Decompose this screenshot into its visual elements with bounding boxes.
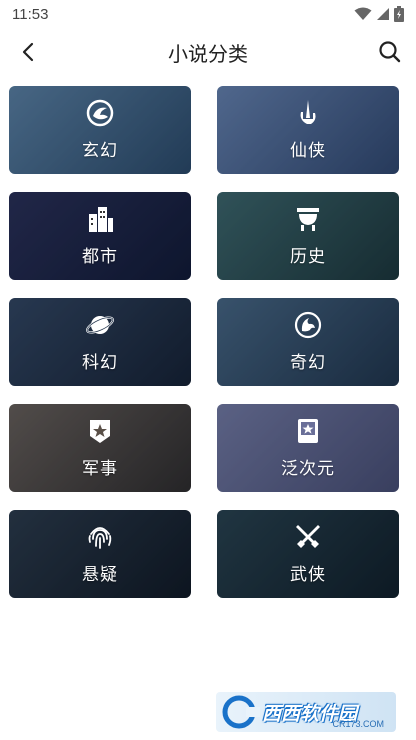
city-icon (85, 204, 115, 234)
cauldron-icon (293, 204, 323, 234)
category-card-dushi[interactable]: 都市 (9, 192, 191, 280)
planet-icon (85, 310, 115, 340)
sword-hand-icon (293, 98, 323, 128)
crossed-swords-icon (293, 522, 323, 552)
battery-icon (394, 6, 404, 22)
watermark-subtext: CR173.COM (332, 719, 384, 729)
search-icon (379, 41, 401, 63)
status-icons (354, 6, 404, 22)
medal-star-icon (85, 416, 115, 446)
search-button[interactable] (374, 36, 406, 68)
header: 小说分类 (0, 30, 416, 74)
fingerprint-icon (85, 522, 115, 552)
category-label: 泛次元 (281, 459, 335, 479)
category-label: 武侠 (290, 565, 326, 585)
status-time: 11:53 (12, 5, 49, 23)
category-card-lishi[interactable]: 历史 (217, 192, 399, 280)
page-title: 小说分类 (168, 42, 248, 66)
category-card-kehuan[interactable]: 科幻 (9, 298, 191, 386)
category-label: 仙侠 (290, 141, 326, 161)
card-star-icon (293, 416, 323, 446)
category-card-wuxia[interactable]: 武侠 (217, 510, 399, 598)
watermark-logo-icon (222, 695, 260, 729)
category-grid: 玄幻 仙侠 都市 历史 科幻 奇幻 军事 泛次元 悬疑 武侠 (9, 86, 401, 598)
mythic-beast-icon (293, 310, 323, 340)
status-bar: 11:53 (0, 0, 416, 28)
dragon-icon (85, 98, 115, 128)
category-label: 奇幻 (290, 353, 326, 373)
category-label: 都市 (82, 247, 118, 267)
site-watermark: 西西软件园 CR173.COM (216, 692, 396, 732)
category-label: 悬疑 (82, 565, 118, 585)
signal-icon (377, 8, 389, 20)
category-label: 科幻 (82, 353, 118, 373)
category-card-qihuan[interactable]: 奇幻 (217, 298, 399, 386)
category-label: 玄幻 (82, 141, 118, 161)
category-card-xianxia[interactable]: 仙侠 (217, 86, 399, 174)
category-card-xuanyi[interactable]: 悬疑 (9, 510, 191, 598)
category-label: 军事 (82, 459, 118, 479)
category-card-junshi[interactable]: 军事 (9, 404, 191, 492)
category-card-xuanhuan[interactable]: 玄幻 (9, 86, 191, 174)
category-label: 历史 (290, 247, 326, 267)
wifi-icon (354, 7, 372, 20)
category-card-fanciyuan[interactable]: 泛次元 (217, 404, 399, 492)
